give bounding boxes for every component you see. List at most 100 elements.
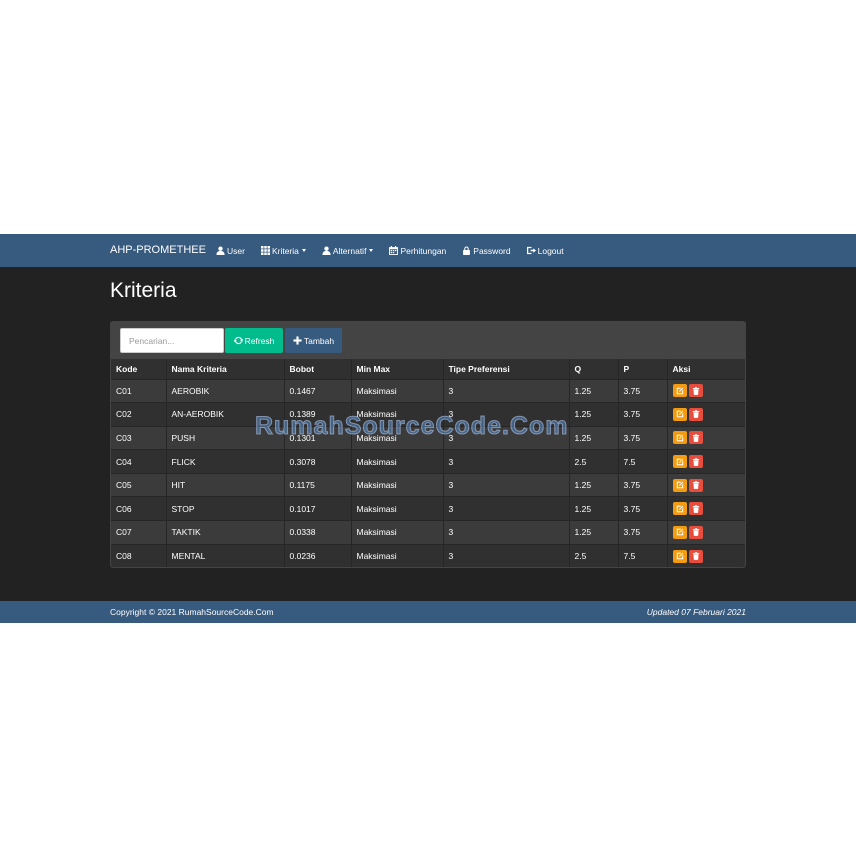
nav-item-password-label: Password [473, 245, 511, 256]
nav-item-password[interactable]: Password [462, 234, 511, 267]
cell-q: 1.25 [569, 472, 619, 497]
delete-button[interactable] [688, 502, 703, 516]
nav-item-perhitungan-label: Perhitungan [400, 245, 447, 256]
edit-icon [676, 481, 683, 489]
cell-q: 1.25 [569, 425, 619, 450]
header-q[interactable]: Q [569, 359, 619, 379]
app-page: AHP-PROMETHEE User Kriteria Alternatif P… [0, 234, 856, 623]
table-row: C02 AN-AEROBIK 0.1389 Maksimasi 3 1.25 3.75 [111, 402, 745, 427]
nav-item-user[interactable]: User [216, 234, 245, 267]
edit-button[interactable] [672, 431, 687, 445]
copyright-text: Copyright © 2021 RumahSourceCode.Com [110, 607, 274, 617]
edit-button[interactable] [672, 407, 687, 421]
nav-menu: User Kriteria Alternatif Perhitungan Pas… [216, 234, 580, 267]
header-kode[interactable]: Kode [111, 359, 167, 379]
header-p[interactable]: P [618, 359, 668, 379]
edit-icon [676, 411, 683, 418]
search-input[interactable] [120, 328, 224, 353]
page-title: Kriteria [110, 279, 177, 302]
cell-q: 1.25 [569, 496, 619, 521]
kriteria-panel: Refresh Tambah Kode Nama Kriteria Bobot … [110, 321, 746, 568]
plus-icon [293, 336, 302, 345]
trash-icon [692, 434, 699, 442]
cell-q: 1.25 [569, 378, 619, 403]
updated-text: Updated 07 Februari 2021 [646, 607, 746, 617]
header-aksi: Aksi [667, 359, 745, 379]
delete-button[interactable] [688, 478, 703, 492]
cell-min-max: Maksimasi [351, 449, 444, 474]
brand[interactable]: AHP-PROMETHEE [110, 234, 206, 267]
cell-aksi [667, 543, 745, 567]
header-bobot[interactable]: Bobot [284, 359, 352, 379]
user-icon [322, 246, 331, 255]
cell-min-max: Maksimasi [351, 520, 444, 545]
cell-bobot: 0.0236 [284, 543, 352, 567]
edit-button[interactable] [672, 455, 687, 469]
nav-item-user-label: User [227, 245, 245, 256]
cell-p: 3.75 [618, 378, 668, 403]
table-row: C01 AEROBIK 0.1467 Maksimasi 3 1.25 3.75 [111, 378, 745, 403]
nav-item-alternatif[interactable]: Alternatif [322, 234, 374, 267]
cell-nama-kriteria: TAKTIK [166, 520, 285, 545]
cell-bobot: 0.1301 [284, 425, 352, 450]
delete-button[interactable] [688, 525, 703, 539]
add-button[interactable]: Tambah [285, 328, 342, 353]
nav-item-perhitungan[interactable]: Perhitungan [389, 234, 446, 267]
calendar-icon [389, 246, 399, 255]
navbar: AHP-PROMETHEE User Kriteria Alternatif P… [0, 234, 856, 267]
trash-icon [692, 528, 699, 537]
delete-button[interactable] [688, 549, 703, 563]
cell-bobot: 0.0338 [284, 520, 352, 545]
edit-icon [676, 387, 683, 394]
cell-tipe-preferensi: 3 [443, 425, 570, 450]
delete-button[interactable] [688, 384, 703, 398]
cell-min-max: Maksimasi [351, 402, 444, 427]
cell-min-max: Maksimasi [351, 496, 444, 521]
edit-button[interactable] [672, 549, 687, 563]
cell-aksi [667, 402, 745, 427]
cell-p: 3.75 [618, 425, 668, 450]
edit-icon [676, 529, 683, 536]
cell-nama-kriteria: PUSH [166, 425, 285, 450]
edit-button[interactable] [672, 384, 687, 398]
cell-aksi [667, 496, 745, 521]
nav-item-logout-label: Logout [537, 245, 564, 256]
caret-down-icon [301, 249, 306, 252]
cell-q: 2.5 [569, 543, 619, 567]
cell-kode: C02 [111, 402, 167, 427]
edit-button[interactable] [672, 478, 687, 492]
cell-p: 7.5 [618, 449, 668, 474]
kriteria-table: Kode Nama Kriteria Bobot Min Max Tipe Pr… [111, 359, 745, 567]
cell-nama-kriteria: AEROBIK [166, 378, 285, 403]
cell-bobot: 0.1017 [284, 496, 352, 521]
cell-bobot: 0.1389 [284, 402, 352, 427]
header-tipe-preferensi[interactable]: Tipe Preferensi [443, 359, 570, 379]
nav-item-logout[interactable]: Logout [526, 234, 564, 267]
delete-button[interactable] [688, 431, 703, 445]
delete-button[interactable] [688, 455, 703, 469]
edit-button[interactable] [672, 502, 687, 516]
cell-aksi [667, 378, 745, 403]
footer: Copyright © 2021 RumahSourceCode.Com Upd… [0, 601, 856, 623]
cell-aksi [667, 449, 745, 474]
cell-kode: C06 [111, 496, 167, 521]
cell-nama-kriteria: HIT [166, 472, 285, 497]
header-min-max[interactable]: Min Max [351, 359, 444, 379]
edit-icon [676, 553, 683, 560]
nav-item-kriteria[interactable]: Kriteria [260, 234, 306, 267]
refresh-button[interactable]: Refresh [225, 328, 283, 353]
header-nama-kriteria[interactable]: Nama Kriteria [166, 359, 285, 379]
trash-icon [692, 457, 699, 466]
cell-aksi [667, 472, 745, 497]
user-icon [216, 246, 225, 255]
edit-button[interactable] [672, 525, 687, 539]
delete-button[interactable] [688, 407, 703, 421]
refresh-button-label: Refresh [244, 335, 275, 346]
table-row: C04 FLICK 0.3078 Maksimasi 3 2.5 7.5 [111, 449, 745, 474]
cell-min-max: Maksimasi [351, 425, 444, 450]
cell-nama-kriteria: AN-AEROBIK [166, 402, 285, 427]
edit-icon [676, 434, 683, 442]
logout-icon [526, 246, 536, 255]
cell-bobot: 0.3078 [284, 449, 352, 474]
table-row: C03 PUSH 0.1301 Maksimasi 3 1.25 3.75 [111, 425, 745, 450]
